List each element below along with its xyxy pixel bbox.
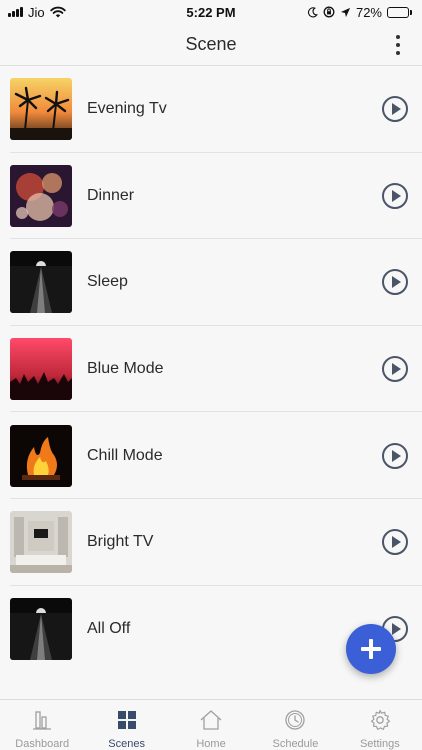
signal-icon: [8, 7, 23, 17]
navigation-header: Scene: [0, 24, 422, 66]
play-icon[interactable]: [382, 182, 408, 209]
tab-scenes[interactable]: Scenes: [84, 700, 168, 750]
tab-label: Schedule: [272, 738, 319, 750]
tab-label: Settings: [359, 738, 400, 750]
play-icon[interactable]: [382, 96, 408, 123]
kebab-menu-icon[interactable]: [388, 32, 408, 58]
scene-name: Sleep: [87, 273, 128, 291]
scene-thumbnail: [10, 251, 72, 314]
scene-thumbnail: [10, 424, 72, 487]
tab-label: Home: [196, 738, 226, 750]
scene-thumbnail: [10, 164, 72, 227]
play-icon[interactable]: [382, 442, 408, 469]
plus-icon: [361, 639, 381, 659]
status-left: Jio: [8, 5, 66, 20]
scene-list: Evening Tv Dinner Sleep Blue Mode Chill …: [0, 66, 422, 672]
tab-home[interactable]: Home: [169, 700, 253, 750]
location-arrow-icon: [340, 7, 351, 17]
scene-row-evening-tv[interactable]: Evening Tv: [0, 66, 422, 153]
tab-dashboard[interactable]: Dashboard: [0, 700, 84, 750]
scene-row-blue-mode[interactable]: Blue Mode: [0, 326, 422, 413]
play-icon[interactable]: [382, 356, 408, 383]
scene-thumbnail: [10, 338, 72, 401]
clock-icon: [285, 710, 306, 730]
scene-row-dinner[interactable]: Dinner: [0, 153, 422, 240]
moon-icon: [307, 6, 318, 17]
tab-bar: Dashboard Scenes Home Schedule Settings: [0, 699, 422, 750]
scene-row-chill-mode[interactable]: Chill Mode: [0, 412, 422, 499]
scene-thumbnail: [10, 597, 72, 660]
scene-thumbnail: [10, 78, 72, 141]
scene-thumbnail: [10, 511, 72, 574]
status-bar: Jio 5:22 PM 72%: [0, 0, 422, 24]
house-icon: [200, 710, 222, 730]
gear-icon: [370, 709, 390, 730]
page-title: Scene: [185, 34, 237, 54]
scene-name: Bright TV: [87, 533, 154, 551]
wifi-icon: [49, 6, 66, 18]
tab-settings[interactable]: Settings: [338, 700, 422, 750]
battery-icon: [387, 6, 412, 18]
add-scene-button[interactable]: [346, 624, 396, 674]
play-icon[interactable]: [382, 529, 408, 556]
scene-name: Blue Mode: [87, 360, 164, 378]
carrier-label: Jio: [28, 4, 45, 20]
scene-name: Chill Mode: [87, 446, 163, 464]
status-right: 72%: [307, 5, 412, 20]
rotation-lock-icon: [323, 6, 335, 18]
grid-icon: [117, 711, 136, 729]
bar-chart-icon: [33, 711, 52, 730]
play-icon[interactable]: [382, 269, 408, 296]
battery-percent: 72%: [355, 4, 382, 20]
scene-row-sleep[interactable]: Sleep: [0, 239, 422, 326]
tab-schedule[interactable]: Schedule: [253, 700, 337, 750]
tab-label: Scenes: [108, 738, 145, 750]
tab-label: Dashboard: [15, 738, 70, 750]
scene-name: Dinner: [87, 186, 135, 204]
scene-name: Evening Tv: [87, 100, 167, 118]
scene-row-bright-tv[interactable]: Bright TV: [0, 499, 422, 586]
